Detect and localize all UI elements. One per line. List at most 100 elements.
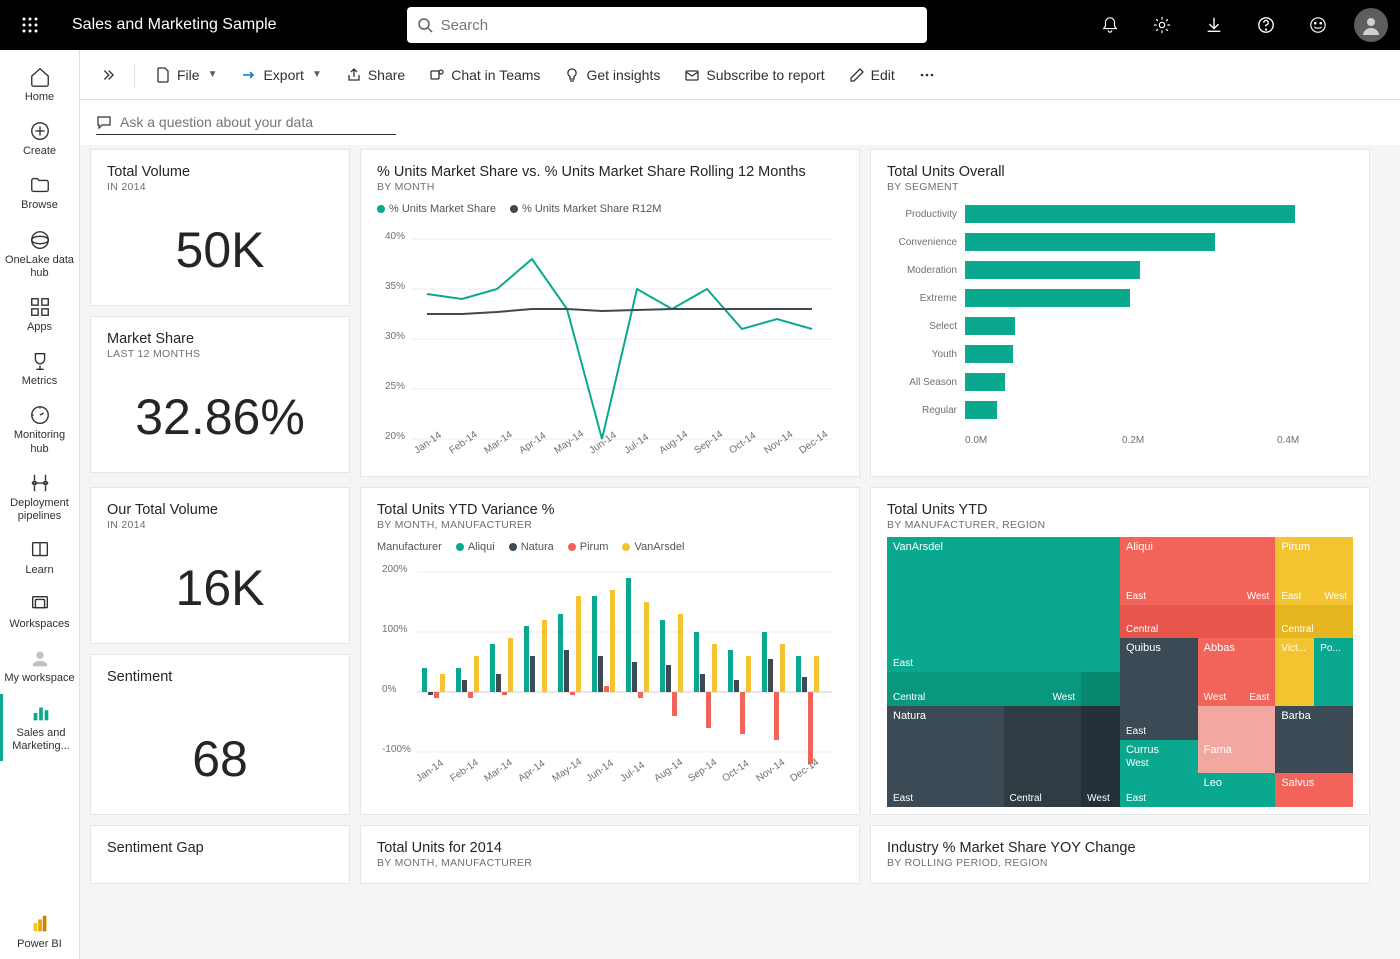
teams-chat-button[interactable]: Chat in Teams bbox=[421, 61, 548, 89]
tile-title: Our Total Volume bbox=[107, 502, 333, 518]
svg-text:-100%: -100% bbox=[382, 744, 411, 755]
tile-market-share-chart[interactable]: % Units Market Share vs. % Units Market … bbox=[360, 149, 860, 477]
svg-text:Nov-14: Nov-14 bbox=[762, 429, 795, 457]
subscribe-button[interactable]: Subscribe to report bbox=[676, 61, 832, 89]
kpi-value: 32.86% bbox=[107, 360, 333, 458]
tile-ytd-variance[interactable]: Total Units YTD Variance % BY MONTH, MAN… bbox=[360, 487, 860, 815]
nav-create[interactable]: Create bbox=[0, 112, 79, 166]
tile-treemap[interactable]: Total Units YTD BY MANUFACTURER, REGION … bbox=[870, 487, 1370, 815]
svg-text:100%: 100% bbox=[382, 624, 408, 635]
nav-workspaces[interactable]: Workspaces bbox=[0, 585, 79, 639]
search-icon bbox=[417, 17, 433, 33]
settings-icon[interactable] bbox=[1146, 9, 1178, 41]
svg-text:Sep-14: Sep-14 bbox=[686, 757, 719, 785]
app-launcher[interactable] bbox=[12, 7, 48, 43]
svg-text:Apr-14: Apr-14 bbox=[516, 758, 547, 784]
left-nav: Home Create Browse OneLake data hub Apps… bbox=[0, 50, 80, 959]
svg-text:Aug-14: Aug-14 bbox=[657, 429, 690, 457]
user-avatar[interactable] bbox=[1354, 8, 1388, 42]
insights-button[interactable]: Get insights bbox=[556, 61, 668, 89]
tile-title: Market Share bbox=[107, 331, 333, 347]
nav-powerbi[interactable]: Power BI bbox=[0, 905, 79, 959]
topbar: Sales and Marketing Sample bbox=[0, 0, 1400, 50]
search-input[interactable] bbox=[441, 17, 917, 34]
svg-text:Extreme: Extreme bbox=[920, 293, 958, 304]
svg-text:35%: 35% bbox=[385, 281, 405, 292]
nav-current-report[interactable]: Sales and Marketing... bbox=[0, 694, 79, 761]
svg-text:Mar-14: Mar-14 bbox=[482, 429, 515, 456]
svg-text:Dec-14: Dec-14 bbox=[788, 757, 821, 785]
tile-subtitle: LAST 12 MONTHS bbox=[107, 348, 333, 360]
tile-total-units-2014[interactable]: Total Units for 2014 BY MONTH, MANUFACTU… bbox=[360, 825, 860, 884]
chevron-down-icon: ▼ bbox=[208, 69, 218, 80]
help-icon[interactable] bbox=[1250, 9, 1282, 41]
global-search[interactable] bbox=[407, 7, 927, 43]
tile-our-volume[interactable]: Our Total Volume IN 2014 16K bbox=[90, 487, 350, 644]
svg-text:Jan-14: Jan-14 bbox=[414, 758, 446, 785]
more-menu[interactable] bbox=[911, 61, 943, 89]
tile-title: % Units Market Share vs. % Units Market … bbox=[377, 164, 843, 180]
nav-learn[interactable]: Learn bbox=[0, 531, 79, 585]
share-button[interactable]: Share bbox=[338, 61, 413, 89]
svg-text:Jan-14: Jan-14 bbox=[412, 430, 444, 457]
nav-metrics[interactable]: Metrics bbox=[0, 342, 79, 396]
tile-subtitle: IN 2014 bbox=[107, 519, 333, 531]
notifications-icon[interactable] bbox=[1094, 9, 1126, 41]
edit-button[interactable]: Edit bbox=[841, 61, 903, 89]
svg-text:Oct-14: Oct-14 bbox=[727, 430, 758, 456]
svg-text:All Season: All Season bbox=[909, 377, 957, 388]
tile-units-by-segment[interactable]: Total Units Overall BY SEGMENT Productiv… bbox=[870, 149, 1370, 477]
tile-sentiment-gap[interactable]: Sentiment Gap bbox=[90, 825, 350, 884]
tile-market-share[interactable]: Market Share LAST 12 MONTHS 32.86% bbox=[90, 316, 350, 473]
feedback-icon[interactable] bbox=[1302, 9, 1334, 41]
svg-text:0.2M: 0.2M bbox=[1122, 435, 1144, 446]
export-menu[interactable]: Export▼ bbox=[233, 61, 329, 89]
qa-bar bbox=[80, 100, 1400, 145]
toolbar: File▼ Export▼ Share Chat in Teams Get in… bbox=[80, 50, 1400, 100]
svg-text:25%: 25% bbox=[385, 381, 405, 392]
nav-apps[interactable]: Apps bbox=[0, 288, 79, 342]
nav-monitoring[interactable]: Monitoring hub bbox=[0, 396, 79, 463]
nav-home[interactable]: Home bbox=[0, 58, 79, 112]
svg-text:Select: Select bbox=[929, 321, 957, 332]
tile-total-volume[interactable]: Total Volume IN 2014 50K bbox=[90, 149, 350, 306]
svg-text:Aug-14: Aug-14 bbox=[652, 757, 685, 785]
nav-pipelines[interactable]: Deployment pipelines bbox=[0, 464, 79, 531]
chevron-down-icon: ▼ bbox=[312, 69, 322, 80]
share-icon bbox=[346, 67, 362, 83]
kpi-value: 16K bbox=[107, 531, 333, 629]
tile-sentiment[interactable]: Sentiment 68 bbox=[90, 654, 350, 815]
teams-icon bbox=[429, 67, 445, 83]
tile-industry-share[interactable]: Industry % Market Share YOY Change BY RO… bbox=[870, 825, 1370, 884]
svg-text:30%: 30% bbox=[385, 331, 405, 342]
tile-title: Total Volume bbox=[107, 164, 333, 180]
download-icon[interactable] bbox=[1198, 9, 1230, 41]
chart-legend: Manufacturer Aliqui Natura Pirum VanArsd… bbox=[377, 541, 843, 553]
line-chart: 40%35%30%25%20% Jan-14Feb-14Mar-14Apr-14… bbox=[377, 219, 837, 459]
svg-text:Feb-14: Feb-14 bbox=[447, 429, 480, 456]
svg-text:Dec-14: Dec-14 bbox=[797, 429, 830, 457]
tile-subtitle: BY MONTH bbox=[377, 181, 843, 193]
tile-title: Total Units YTD bbox=[887, 502, 1353, 518]
svg-text:200%: 200% bbox=[382, 564, 408, 575]
tile-title: Total Units for 2014 bbox=[377, 840, 843, 856]
svg-text:40%: 40% bbox=[385, 231, 405, 242]
nav-my-workspace[interactable]: My workspace bbox=[0, 639, 79, 693]
file-menu[interactable]: File▼ bbox=[147, 61, 225, 89]
tile-subtitle: BY SEGMENT bbox=[887, 181, 1353, 193]
bar-chart-horizontal: Productivity Convenience Moderation Extr… bbox=[887, 193, 1347, 453]
svg-text:Convenience: Convenience bbox=[899, 237, 958, 248]
svg-text:20%: 20% bbox=[385, 431, 405, 442]
svg-text:May-14: May-14 bbox=[550, 756, 584, 784]
expand-pane-button[interactable] bbox=[92, 62, 122, 88]
svg-text:Regular: Regular bbox=[922, 405, 958, 416]
svg-text:Productivity: Productivity bbox=[905, 209, 957, 220]
nav-browse[interactable]: Browse bbox=[0, 166, 79, 220]
nav-onelake[interactable]: OneLake data hub bbox=[0, 221, 79, 288]
svg-text:Youth: Youth bbox=[932, 349, 957, 360]
tile-title: Total Units YTD Variance % bbox=[377, 502, 843, 518]
pencil-icon bbox=[849, 67, 865, 83]
tile-subtitle: IN 2014 bbox=[107, 181, 333, 193]
treemap-chart: VanArsdelEast CentralWest NaturaEast Cen… bbox=[887, 537, 1353, 807]
qa-input[interactable] bbox=[96, 110, 396, 135]
